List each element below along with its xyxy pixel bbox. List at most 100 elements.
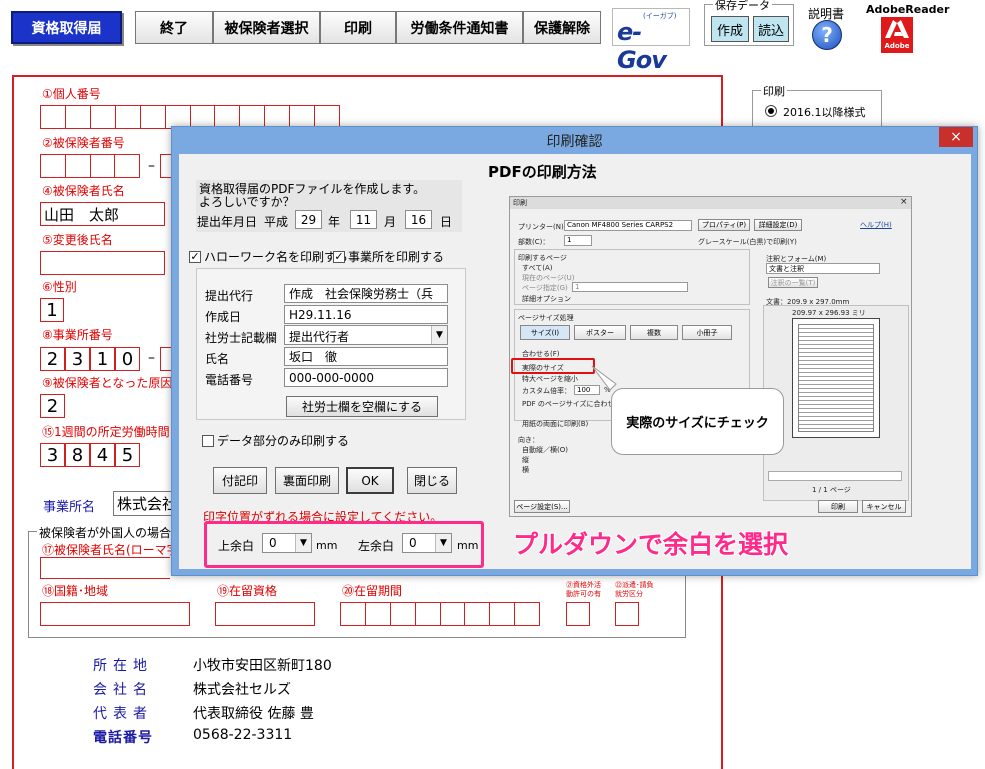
print-office-label: 事業所を印刷する [348,250,445,264]
orient-landscape-radio[interactable]: 横 [522,465,529,475]
acrobat-cancel-button[interactable]: キャンセル [862,500,906,513]
reason-field[interactable]: 2 [40,394,65,418]
left-margin-label: 左余白 [358,539,395,553]
tab-qualification-acquisition[interactable]: 資格取得届 [11,11,122,44]
copies-input[interactable]: 1 [564,235,592,246]
office-digit[interactable]: 3 [65,347,90,371]
agent-input[interactable]: 作成 社会保険労務士（兵 [284,284,448,303]
data-only-checkbox[interactable]: データ部分のみ印刷する [202,432,349,449]
printer-select[interactable]: Canon MF4800 Series CARPS2 [564,220,692,231]
residence-status-field[interactable] [215,602,315,626]
company-address-value: 小牧市安田区新町180 [193,658,332,674]
page-specify-radio[interactable]: ページ指定(G) [522,283,568,293]
gender-field[interactable]: 1 [40,298,64,322]
print-office-checkbox[interactable]: ✓ 事業所を印刷する [333,248,444,265]
adobe-icon[interactable]: Adobe [881,17,913,53]
comments-select[interactable]: 文書と注釈 [766,263,880,274]
nationality-field[interactable] [40,602,190,626]
preview-slider[interactable] [768,471,902,481]
acrobat-title-bar: 印刷 × [510,197,911,209]
read-button[interactable]: 読込 [753,16,789,42]
close-icon[interactable]: × [939,127,973,147]
clear-sr-button[interactable]: 社労士欄を空欄にする [286,396,438,417]
select-insured-button[interactable]: 被保険者選択 [213,11,320,44]
callout-pointer [591,365,617,390]
sr-field-label: 社労士記載欄 [205,331,278,345]
preview-page [792,318,880,438]
duplex-checkbox[interactable]: 用紙の両面に印刷(B) [522,419,588,429]
more-options-link[interactable]: 詳細オプション [522,294,571,304]
hours-digit[interactable]: 8 [65,443,90,467]
office-digit[interactable]: 1 [90,347,115,371]
attach-seal-button[interactable]: 付記印 [213,467,267,494]
comments-value: 文書と注釈 [769,265,804,273]
created-date-input[interactable]: H29.11.16 [284,305,448,324]
help-icon[interactable]: ? [812,20,842,50]
insured-number-cells[interactable] [40,154,140,178]
acrobat-print-button[interactable]: 印刷 [818,500,858,513]
print-hellowork-checkbox[interactable]: ✓ ハローワーク名を印刷する [189,248,348,265]
phone-number-input[interactable]: 000-000-0000 [284,368,448,387]
size-section-label: ページサイズ処理 [518,314,574,322]
residence-status-label: ⑲在留資格 [217,584,278,598]
print-button[interactable]: 印刷 [320,11,396,44]
orient-portrait-radio[interactable]: 縦 [522,455,529,465]
copies-value: 1 [567,236,572,244]
name-input[interactable]: 坂口 徹 [284,347,448,366]
sr-field-select[interactable]: 提出代行者 ▼ [284,325,448,345]
activity-permit-field[interactable] [566,602,590,626]
ok-button[interactable]: OK [346,467,394,494]
labor-conditions-button[interactable]: 労働条件通知書 [396,11,523,44]
egov-button[interactable]: (イーガブ) e-Gov [612,8,690,74]
reason-label: ⑨被保険者となった原因 [42,376,173,390]
print-panel: 印刷 2016.1以降様式 [752,83,882,130]
copies-label: 部数(C)： [518,238,550,246]
size-tab[interactable]: サイズ(I) [520,325,570,340]
gender-label: ⑥性別 [42,280,77,294]
month-input[interactable]: 11 [350,210,377,229]
multiple-tab[interactable]: 複数 [630,325,678,340]
checkbox-empty-icon [202,434,214,447]
advanced-button[interactable]: 詳細設定(D) [754,219,802,231]
year-input[interactable]: 29 [295,210,322,229]
pages-section-label: 印刷するページ [518,254,567,262]
page-setup-button[interactable]: ページ設定(S)... [514,500,570,513]
grayscale-label[interactable]: グレースケール(白黒)で印刷(Y) [698,237,797,247]
insured-name-field[interactable]: 山田 太郎 [40,202,165,226]
top-margin-value: 0 [269,536,277,550]
hours-digit[interactable]: 3 [40,443,65,467]
poster-tab[interactable]: ポスター [574,325,626,340]
close-button[interactable]: 閉じる [407,467,457,494]
roman-name-field[interactable] [40,557,170,579]
exit-button[interactable]: 終了 [135,11,213,44]
booklet-tab[interactable]: 小冊子 [682,325,732,340]
left-margin-select[interactable]: 0 ▼ [402,533,452,553]
top-margin-select[interactable]: 0 ▼ [262,533,312,553]
page-specify-input[interactable]: 1 [572,282,688,292]
radio-option-2016[interactable] [765,105,777,117]
changed-name-field[interactable] [40,251,165,275]
custom-scale-radio[interactable]: カスタム倍率： [522,386,571,396]
dispatch-field[interactable] [615,602,639,626]
hours-digit[interactable]: 5 [115,443,140,467]
unprotect-button[interactable]: 保護解除 [523,11,601,44]
office-digit[interactable]: 0 [115,347,140,371]
back-print-button[interactable]: 裏面印刷 [275,467,339,494]
help-link[interactable]: ヘルプ(H) [860,220,892,230]
shrink-radio[interactable]: 特大ページを縮小 [522,374,578,384]
page-all-radio[interactable]: すべて(A) [522,263,552,273]
representative-label: 代表者 [93,706,153,722]
properties-button[interactable]: プロパティ(P) [698,219,750,231]
hours-digit[interactable]: 4 [90,443,115,467]
pulldown-annotation: プルダウンで余白を選択 [513,530,789,559]
office-digit[interactable]: 2 [40,347,65,371]
day-input[interactable]: 16 [405,210,432,229]
page-current-radio[interactable]: 現在のページ(U) [522,273,574,283]
comments-summary-button[interactable]: 注釈の一覧(T) [768,277,818,288]
acrobat-close-icon[interactable]: × [900,197,908,207]
office-name-field[interactable]: 株式会社 [113,491,175,516]
orient-auto-radio[interactable]: 自動縦／横(O) [522,445,568,455]
residence-period-cells[interactable] [340,602,540,626]
create-button[interactable]: 作成 [711,16,749,42]
save-data-group: 保存データ 作成 読込 [704,0,794,46]
